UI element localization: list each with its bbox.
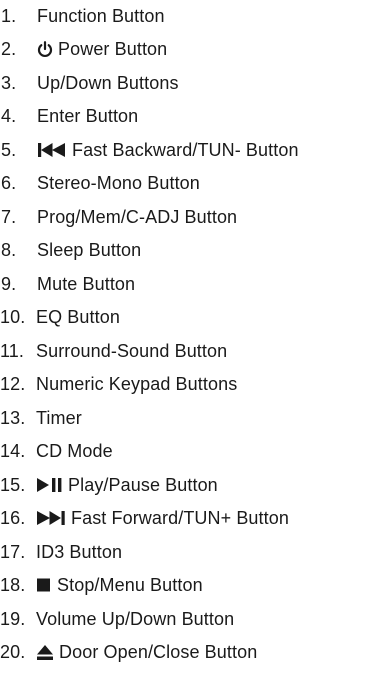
item-label: Play/Pause Button xyxy=(68,474,218,495)
button-legend-list: 1. Function Button 2. Power Button 3. Up… xyxy=(0,0,374,677)
item-number: 9. xyxy=(1,273,17,294)
item-number: 11. xyxy=(0,340,24,361)
play-pause-icon xyxy=(36,477,63,493)
item-label: Fast Backward/TUN- Button xyxy=(72,139,299,160)
item-number: 3. xyxy=(1,72,17,93)
item-number: 20. xyxy=(0,641,26,662)
fast-backward-icon xyxy=(37,142,67,158)
item-number: 16. xyxy=(0,507,26,528)
list-item-prog-mem: 7. Prog/Mem/C-ADJ Button xyxy=(0,203,237,231)
item-number: 1. xyxy=(1,5,17,26)
item-number: 2. xyxy=(1,38,17,59)
item-label: Fast Forward/TUN+ Button xyxy=(71,507,289,528)
list-item-enter: 4. Enter Button xyxy=(0,102,138,130)
item-label: EQ Button xyxy=(36,306,120,327)
item-label: Surround-Sound Button xyxy=(36,340,228,361)
list-item-surround: 11. Surround-Sound Button xyxy=(0,337,227,365)
item-label: Timer xyxy=(36,407,82,428)
fast-forward-icon xyxy=(36,510,66,526)
list-item-sleep: 8. Sleep Button xyxy=(0,236,141,264)
list-item-fast-backward: 5. Fast Backward/TUN- Button xyxy=(0,136,299,164)
item-number: 8. xyxy=(1,239,17,260)
list-item-id3: 17. ID3 Button xyxy=(0,538,122,566)
list-item-fast-forward: 16. Fast Forward/TUN+ Button xyxy=(0,504,289,532)
list-item-play-pause: 15. Play/Pause Button xyxy=(0,471,218,499)
item-label: Enter Button xyxy=(37,105,139,126)
list-item-door: 20. Door Open/Close Button xyxy=(0,638,257,666)
item-number: 14. xyxy=(0,440,26,461)
item-label: Prog/Mem/C-ADJ Button xyxy=(37,206,238,227)
list-item-numeric-keypad: 12. Numeric Keypad Buttons xyxy=(0,370,237,398)
item-number: 18. xyxy=(0,574,26,595)
list-item-volume: 19. Volume Up/Down Button xyxy=(0,605,234,633)
item-label: Door Open/Close Button xyxy=(59,641,258,662)
item-number: 10. xyxy=(0,306,26,327)
list-item-function: 1. Function Button xyxy=(0,2,165,30)
item-label: Mute Button xyxy=(37,273,136,294)
list-item-mute: 9. Mute Button xyxy=(0,270,135,298)
item-label: Power Button xyxy=(58,38,168,59)
item-number: 15. xyxy=(0,474,26,495)
item-number: 4. xyxy=(1,105,17,126)
item-label: CD Mode xyxy=(36,440,113,461)
stop-icon xyxy=(36,577,52,593)
item-number: 5. xyxy=(1,139,17,160)
item-label: Volume Up/Down Button xyxy=(36,608,235,629)
item-label: Up/Down Buttons xyxy=(37,72,179,93)
item-number: 7. xyxy=(1,206,17,227)
item-label: Numeric Keypad Buttons xyxy=(36,373,238,394)
item-label: ID3 Button xyxy=(36,541,123,562)
item-label: Stereo-Mono Button xyxy=(37,172,200,193)
list-item-stop-menu: 18. Stop/Menu Button xyxy=(0,571,203,599)
list-item-up-down: 3. Up/Down Buttons xyxy=(0,69,179,97)
item-label: Sleep Button xyxy=(37,239,142,260)
list-item-cd-mode: 14. CD Mode xyxy=(0,437,113,465)
item-label: Stop/Menu Button xyxy=(57,574,203,595)
item-number: 17. xyxy=(0,541,26,562)
eject-icon xyxy=(36,644,54,661)
item-number: 19. xyxy=(0,608,26,629)
list-item-eq: 10. EQ Button xyxy=(0,303,120,331)
item-number: 6. xyxy=(1,172,17,193)
list-item-timer: 13. Timer xyxy=(0,404,82,432)
power-icon xyxy=(37,40,53,58)
list-item-stereo-mono: 6. Stereo-Mono Button xyxy=(0,169,200,197)
item-label: Function Button xyxy=(37,5,165,26)
list-item-power: 2. Power Button xyxy=(0,35,167,63)
item-number: 12. xyxy=(0,373,26,394)
item-number: 13. xyxy=(0,407,26,428)
